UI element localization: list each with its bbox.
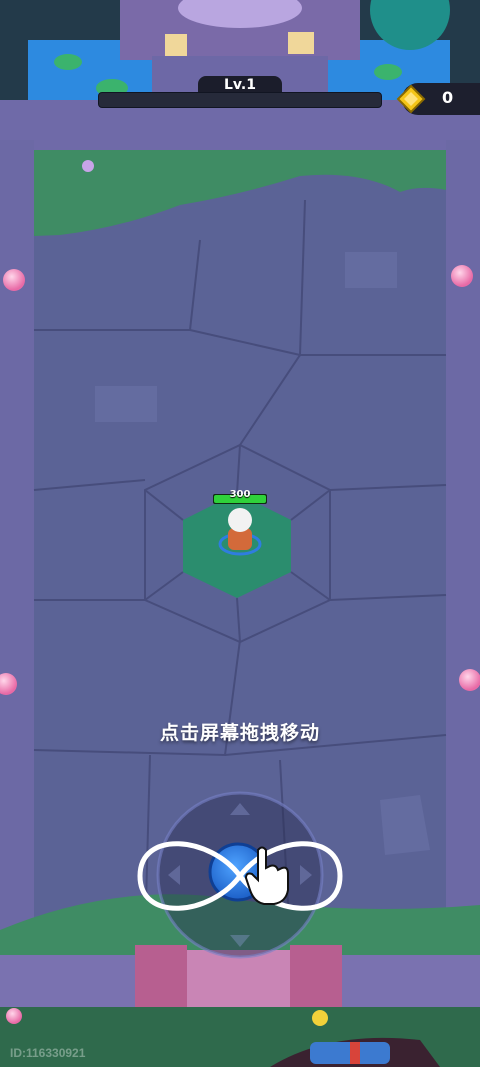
coin-counter: 0	[396, 83, 480, 115]
hp-value: 300	[229, 489, 251, 500]
game-arena[interactable]	[0, 0, 480, 1067]
yellow-flower	[312, 1010, 328, 1026]
candle	[165, 34, 187, 56]
floor-stone	[345, 252, 397, 288]
wall-block	[290, 945, 342, 1007]
wall-block	[135, 945, 187, 1007]
pink-orb-lamp	[451, 265, 473, 287]
cannon-band	[350, 1042, 360, 1064]
pink-orb-lamp	[459, 669, 480, 691]
player-id: ID:116330921	[10, 1046, 86, 1060]
pink-orb-lamp	[3, 269, 25, 291]
purple-flower	[82, 160, 94, 172]
coin-count: 0	[442, 88, 454, 107]
pink-flower	[6, 1008, 22, 1024]
lily-pad	[54, 54, 82, 70]
tutorial-hint: 点击屏幕拖拽移动	[159, 722, 320, 744]
level-progress-bar: Lv.1	[98, 76, 382, 110]
level-bar-track	[98, 92, 382, 108]
wall-block	[187, 950, 290, 1007]
player-head	[228, 508, 252, 532]
left-wall	[0, 140, 34, 1000]
floor-stone	[95, 386, 157, 422]
coin-icon	[396, 84, 426, 114]
candle	[288, 32, 314, 54]
